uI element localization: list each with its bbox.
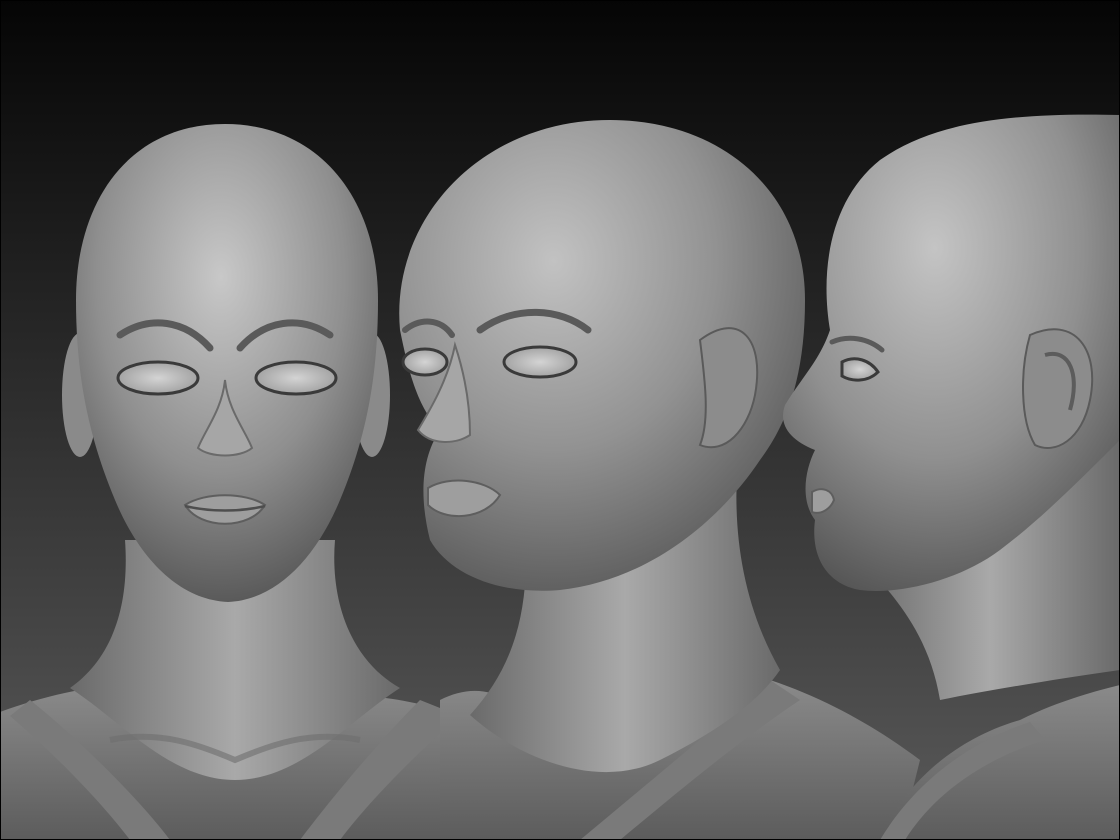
front-eye-right <box>254 360 338 396</box>
three-quarter-eye-right <box>502 345 578 379</box>
three-quarter-eye-left <box>401 347 449 377</box>
front-eye-left <box>116 360 200 396</box>
render-viewport <box>0 0 1120 840</box>
sculpt-render-canvas <box>0 0 1120 840</box>
